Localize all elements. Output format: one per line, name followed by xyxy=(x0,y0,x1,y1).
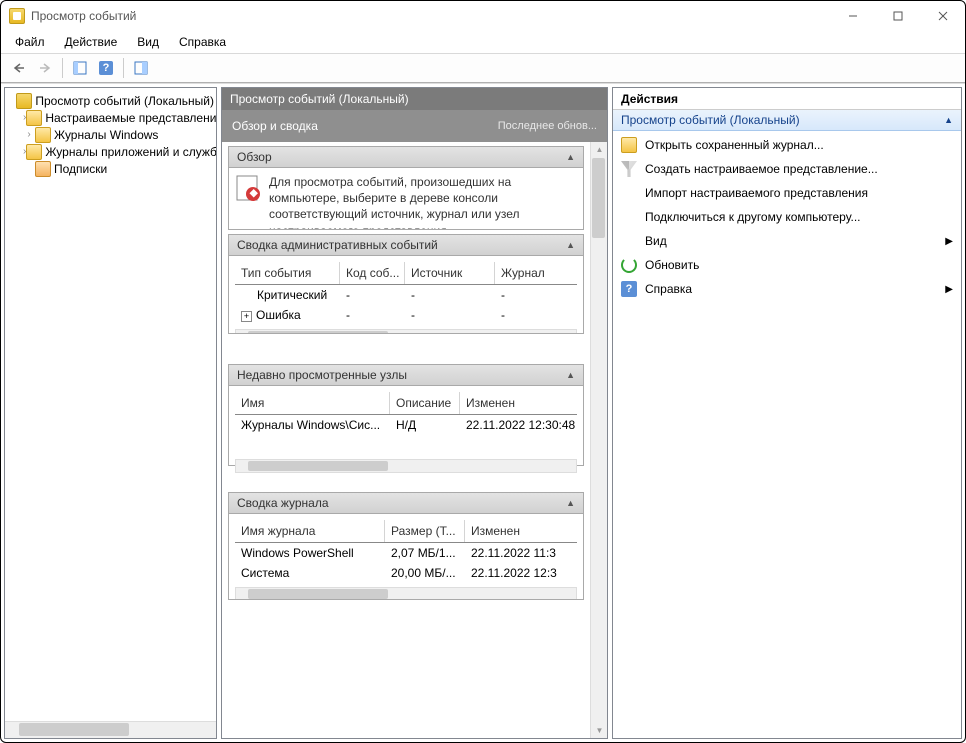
center-vscrollbar[interactable]: ▲▼ xyxy=(590,142,607,738)
recent-nodes-grid[interactable]: Имя Описание Изменен Журналы Windows\Сис… xyxy=(235,392,577,473)
overview-title-bar: Обзор и сводка Последнее обнов... xyxy=(222,110,607,142)
grid-hscrollbar[interactable] xyxy=(235,329,577,334)
submenu-arrow-icon: ▶ xyxy=(945,284,953,295)
expand-icon[interactable]: + xyxy=(241,311,252,322)
grid-hscrollbar[interactable] xyxy=(235,459,577,473)
tree-item-custom-views[interactable]: › Настраиваемые представления xyxy=(7,109,214,126)
actions-panel: Действия Просмотр событий (Локальный)▲ О… xyxy=(612,87,962,739)
help-button[interactable]: ? xyxy=(94,56,118,80)
folder-open-icon xyxy=(621,137,637,153)
grid-hscrollbar[interactable] xyxy=(235,587,577,600)
table-row[interactable]: Критический - - - xyxy=(235,285,577,305)
menubar: Файл Действие Вид Справка xyxy=(1,31,965,53)
action-connect-computer[interactable]: Подключиться к другому компьютеру... xyxy=(613,205,961,229)
subscriptions-icon xyxy=(35,161,51,177)
action-import-custom-view[interactable]: Импорт настраиваемого представления xyxy=(613,181,961,205)
show-hide-tree-button[interactable] xyxy=(68,56,92,80)
table-row[interactable]: Система 20,00 МБ/... 22.11.2022 12:3 xyxy=(235,563,577,583)
tree-root-label: Просмотр событий (Локальный) xyxy=(35,94,214,108)
window-title: Просмотр событий xyxy=(31,9,136,23)
overview-text: Для просмотра событий, произошедших на к… xyxy=(269,174,577,230)
admin-events-grid[interactable]: Тип события Код соб... Источник Журнал К… xyxy=(235,262,577,334)
actions-title: Действия xyxy=(613,88,961,110)
folder-icon xyxy=(35,127,51,143)
center-panel: Просмотр событий (Локальный) Обзор и сво… xyxy=(221,87,608,739)
tree-item-windows-logs[interactable]: › Журналы Windows xyxy=(7,126,214,143)
tree-item-subscriptions[interactable]: Подписки xyxy=(7,160,214,177)
app-icon xyxy=(9,8,25,24)
chevron-up-icon: ▲ xyxy=(566,370,575,380)
action-open-saved-log[interactable]: Открыть сохраненный журнал... xyxy=(613,133,961,157)
section-admin-header[interactable]: Сводка административных событий▲ xyxy=(228,234,584,256)
menu-file[interactable]: Файл xyxy=(7,33,53,51)
tree-root[interactable]: Просмотр событий (Локальный) xyxy=(7,92,214,109)
chevron-up-icon: ▲ xyxy=(566,152,575,162)
menu-help[interactable]: Справка xyxy=(171,33,234,51)
folder-icon xyxy=(26,144,42,160)
action-refresh[interactable]: Обновить xyxy=(613,253,961,277)
tree-panel: Просмотр событий (Локальный) › Настраива… xyxy=(4,87,217,739)
refresh-icon xyxy=(621,257,637,273)
action-create-custom-view[interactable]: Создать настраиваемое представление... xyxy=(613,157,961,181)
filter-icon xyxy=(621,161,637,177)
overview-icon xyxy=(235,174,261,202)
tree-hscrollbar[interactable] xyxy=(5,721,216,738)
section-log-summary-header[interactable]: Сводка журнала▲ xyxy=(228,492,584,514)
nav-back-button[interactable] xyxy=(7,56,31,80)
minimize-button[interactable] xyxy=(830,1,875,31)
last-updated: Последнее обнов... xyxy=(498,120,597,132)
blank-icon xyxy=(621,233,637,249)
chevron-up-icon: ▲ xyxy=(944,115,953,125)
nav-forward-button[interactable] xyxy=(33,56,57,80)
tree-item-app-services-logs[interactable]: › Журналы приложений и служб xyxy=(7,143,214,160)
center-header: Просмотр событий (Локальный) xyxy=(222,88,607,110)
menu-action[interactable]: Действие xyxy=(57,33,126,51)
chevron-up-icon: ▲ xyxy=(566,240,575,250)
titlebar: Просмотр событий xyxy=(1,1,965,31)
event-viewer-icon xyxy=(16,93,32,109)
table-row[interactable]: Windows PowerShell 2,07 МБ/1... 22.11.20… xyxy=(235,543,577,563)
section-recent-header[interactable]: Недавно просмотренные узлы▲ xyxy=(228,364,584,386)
action-view[interactable]: Вид ▶ xyxy=(613,229,961,253)
chevron-up-icon: ▲ xyxy=(566,498,575,508)
close-button[interactable] xyxy=(920,1,965,31)
action-help[interactable]: ? Справка ▶ xyxy=(613,277,961,301)
section-overview-header[interactable]: Обзор▲ xyxy=(228,146,584,168)
table-row[interactable]: Журналы Windows\Сис... Н/Д 22.11.2022 12… xyxy=(235,415,577,435)
blank-icon xyxy=(621,209,637,225)
folder-icon xyxy=(26,110,42,126)
help-icon: ? xyxy=(621,281,637,297)
log-summary-grid[interactable]: Имя журнала Размер (Т... Изменен Windows… xyxy=(235,520,577,600)
menu-view[interactable]: Вид xyxy=(129,33,167,51)
blank-icon xyxy=(621,185,637,201)
actions-group-header[interactable]: Просмотр событий (Локальный)▲ xyxy=(613,110,961,131)
table-row[interactable]: +Ошибка - - - xyxy=(235,305,577,325)
maximize-button[interactable] xyxy=(875,1,920,31)
toolbar: ? xyxy=(1,53,965,83)
submenu-arrow-icon: ▶ xyxy=(945,236,953,247)
properties-button[interactable] xyxy=(129,56,153,80)
